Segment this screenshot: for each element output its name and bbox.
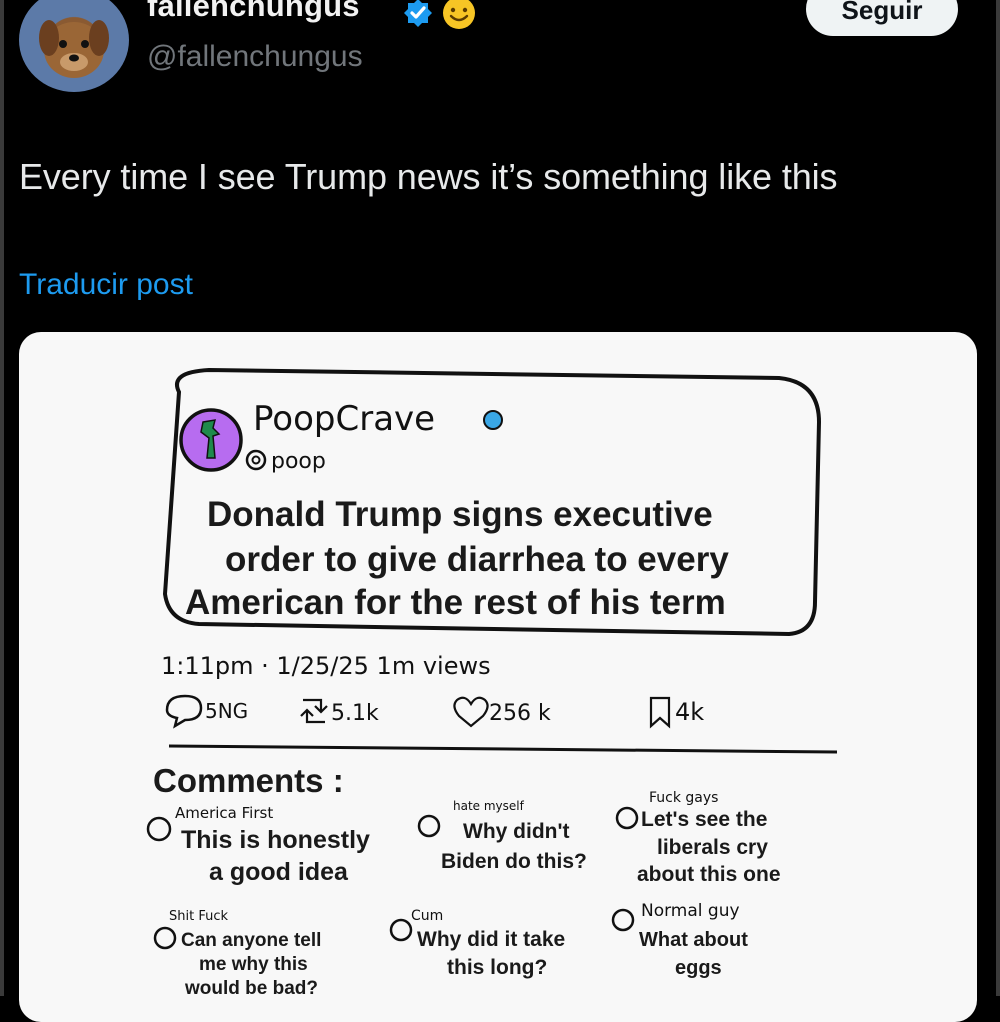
author-display-name[interactable]: fallenchungus <box>147 0 360 24</box>
comment-line: this long? <box>447 956 547 979</box>
profile-icon <box>153 926 177 950</box>
comment-1: America First This is honestly a good id… <box>146 804 370 886</box>
comment-line: Biden do this? <box>441 850 587 873</box>
post-text: Every time I see Trump news it’s somethi… <box>19 156 838 197</box>
repost-count: 5.1k <box>300 698 379 726</box>
author-badges <box>402 0 478 32</box>
post-image[interactable]: PoopCrave poop Donald Trump signs execut… <box>19 332 977 1022</box>
headline-line-2: order to give diarrhea to every <box>225 540 729 579</box>
window-edge-left <box>0 0 4 996</box>
poopcrave-handle: poop <box>271 449 326 474</box>
comment-line: a good idea <box>209 858 349 886</box>
profile-icon <box>146 816 172 842</box>
dog-avatar-icon <box>39 20 109 78</box>
heart-icon <box>453 696 489 728</box>
comment-4: Shit Fuck Can anyone tell me why this wo… <box>153 909 321 999</box>
avatar[interactable] <box>19 0 129 92</box>
comment-user: Fuck gays <box>649 790 718 806</box>
like-count-value: 256 k <box>489 701 551 726</box>
timestamp-views: 1:11pm · 1/25/25 1m views <box>161 652 491 680</box>
verified-badge-drawn-icon <box>483 410 503 430</box>
follow-button[interactable]: Seguir <box>806 0 958 36</box>
comment-user: Normal guy <box>641 901 740 921</box>
headline-line-1: Donald Trump signs executive <box>207 495 713 534</box>
comment-line: eggs <box>675 957 722 979</box>
comments-title: Comments : <box>153 762 344 799</box>
comment-user: hate myself <box>453 799 525 813</box>
translate-post-link[interactable]: Traducir post <box>19 268 193 302</box>
headline-line-3: American for the rest of his term <box>185 583 726 622</box>
window-edge-right <box>996 0 1000 996</box>
reply-count: 5NG <box>165 694 248 729</box>
bookmark-icon <box>649 696 671 729</box>
repost-count-value: 5.1k <box>331 701 379 726</box>
bookmark-count: 4k <box>649 696 704 729</box>
author-handle[interactable]: @fallenchungus <box>147 40 363 74</box>
profile-icon <box>417 814 441 838</box>
comment-user: Shit Fuck <box>169 909 228 924</box>
comment-line: me why this <box>199 954 308 975</box>
comment-user: America First <box>175 804 273 822</box>
reply-icon <box>165 694 203 729</box>
comment-5: Cum Why did it take this long? <box>389 908 565 979</box>
profile-icon <box>389 918 413 942</box>
comment-line: Let's see the <box>641 808 767 831</box>
bookmark-count-value: 4k <box>675 698 704 726</box>
profile-icon <box>615 806 639 830</box>
comment-3: Fuck gays Let's see the liberals cry abo… <box>615 790 781 886</box>
like-count: 256 k <box>453 696 551 728</box>
comment-line: What about <box>639 929 748 951</box>
profile-icon <box>611 908 635 932</box>
comment-line: This is honestly <box>181 826 370 854</box>
comment-line: Why didn't <box>463 820 569 843</box>
poopcrave-avatar-icon <box>179 408 243 472</box>
comment-line: Why did it take <box>417 928 565 951</box>
smiley-emoji-icon <box>443 0 475 29</box>
comment-user: Cum <box>411 908 443 924</box>
at-sign-icon <box>245 449 267 471</box>
repost-icon <box>300 698 328 724</box>
comment-2: hate myself Why didn't Biden do this? <box>417 799 587 873</box>
comment-6: Normal guy What about eggs <box>611 901 748 979</box>
reply-count-value: 5NG <box>205 699 248 723</box>
divider-line <box>168 744 838 754</box>
meme-drawing: PoopCrave poop Donald Trump signs execut… <box>146 367 838 999</box>
comment-line: liberals cry <box>657 836 768 859</box>
comment-line: about this one <box>637 863 781 886</box>
comment-line: Can anyone tell <box>181 930 321 951</box>
poopcrave-name: PoopCrave <box>253 399 435 439</box>
verified-badge-icon <box>404 0 432 27</box>
